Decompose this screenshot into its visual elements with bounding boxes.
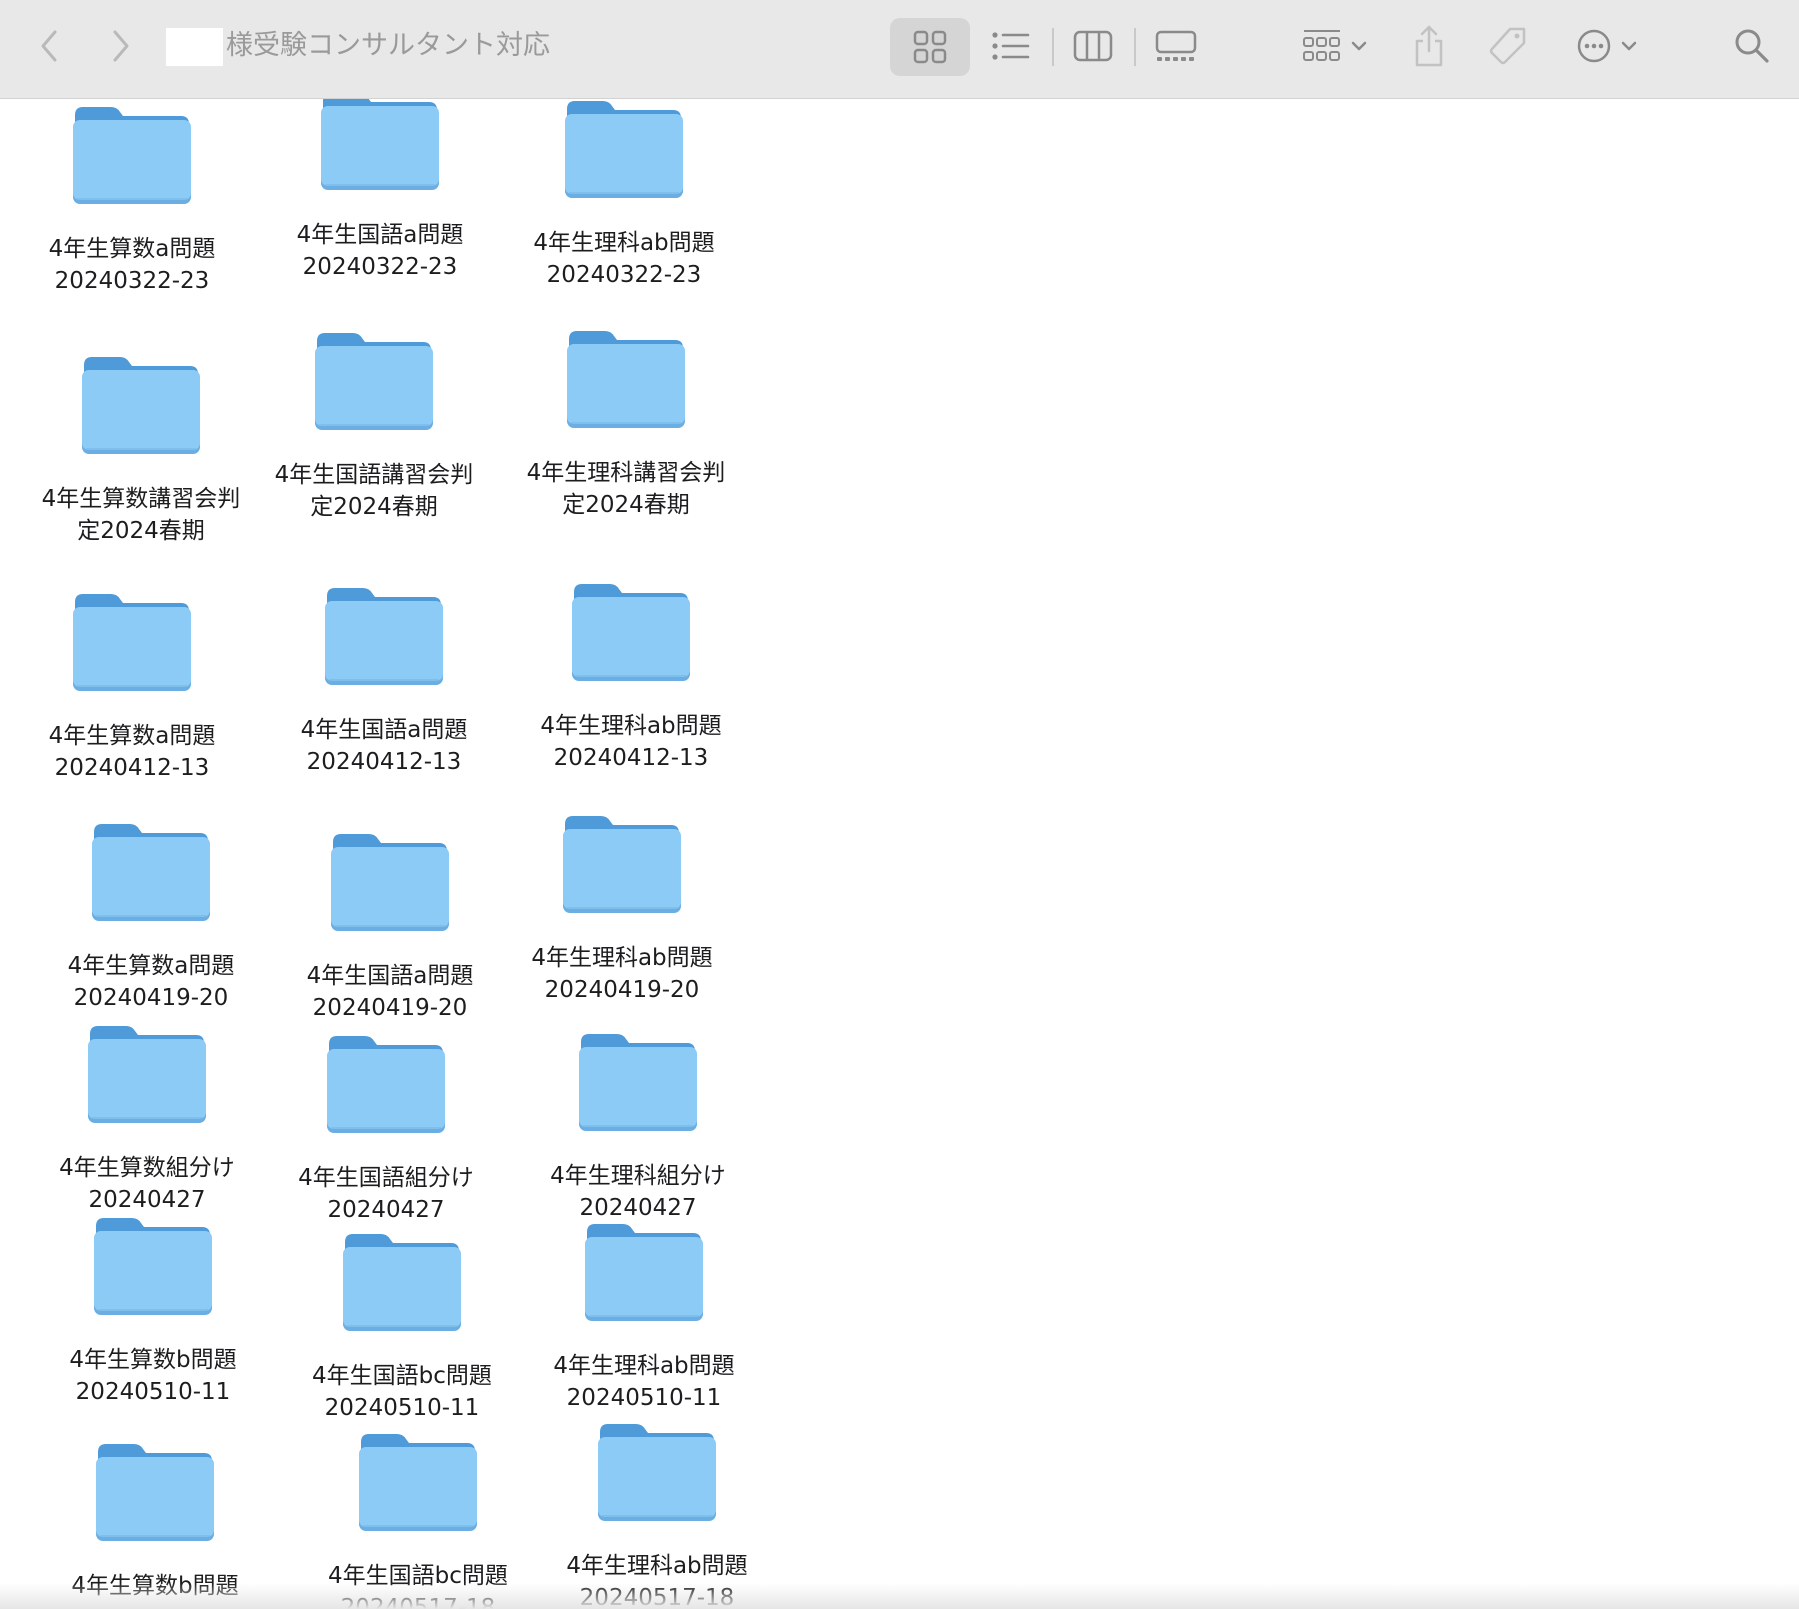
folder-icon [86,1022,208,1126]
window-title: 様受験コンサルタント対応 [226,30,550,61]
folder-label: 4年生国語bc問題 20240510-11 [312,1363,492,1421]
folder-label: 4年生国語a問題 20240322-23 [296,222,464,280]
more-options-button[interactable] [1570,20,1644,72]
folder-icon [319,99,441,193]
search-icon [1735,29,1769,63]
folder-label: 4年生算数a問題 20240322-23 [48,236,216,294]
folder-icon [563,99,685,201]
folder-label: 4年生理科ab問題 20240419-20 [531,945,713,1003]
chevron-down-icon [1351,41,1367,51]
folder-icon [90,820,212,924]
gallery-view-button[interactable] [1148,20,1204,72]
file-grid: 4年生算数a問題 20240322-23 4年生国語a問題 20240322-2… [0,99,1799,1609]
folder-icon-shape [585,1224,703,1321]
folder-label: 4年生算数b問題 20240510-11 [69,1347,237,1405]
gallery-view-icon [1155,30,1197,61]
chevron-left-icon [41,30,57,62]
folder-label: 4年生理科ab問題 20240510-11 [553,1353,735,1411]
folder-icon [71,103,193,207]
folder-icon-shape [73,107,191,204]
folder-icon [80,353,202,457]
folder-icon-shape [96,1444,214,1541]
folder-icon-shape [92,824,210,921]
folder-icon [561,812,683,916]
group-by-button[interactable] [1295,20,1375,72]
folder-label: 4年生理科組分け 20240427 [550,1163,726,1221]
tag-button[interactable] [1484,20,1532,72]
folder-label: 4年生理科ab問題 20240412-13 [540,713,722,771]
scroll-edge-shadow [0,1583,1799,1609]
folder-icon [323,584,445,688]
share-button[interactable] [1408,18,1450,74]
folder-icon-shape [598,1424,716,1521]
folder-icon-shape [567,331,685,428]
tag-icon [1489,27,1526,65]
search-button[interactable] [1730,20,1774,72]
folder-icon-shape [325,588,443,685]
chevron-down-icon [1621,41,1637,51]
folder-label: 4年生国語講習会判 定2024春期 [274,462,474,520]
folder-label: 4年生算数講習会判 定2024春期 [41,486,241,544]
chevron-right-icon [113,30,129,62]
folder-icon [94,1440,216,1544]
toolbar-separator [1134,28,1136,66]
folder-icon [341,1230,463,1334]
folder-label: 4年生算数a問題 20240412-13 [48,723,216,781]
toolbar-separator [1052,28,1054,66]
back-button[interactable] [30,22,70,70]
folder-label: 4年生国語a問題 20240412-13 [300,717,468,775]
list-view-icon [992,32,1030,60]
folder-icon-shape [579,1034,697,1131]
redacted-name [166,28,223,66]
folder-icon-shape [94,1218,212,1315]
folder-icon [325,1032,447,1136]
folder-icon-shape [359,1434,477,1531]
folder-icon-shape [565,101,683,198]
folder-icon-shape [82,357,200,454]
icon-view-button[interactable] [890,18,970,76]
folder-icon-shape [343,1234,461,1331]
folder-icon-shape [563,816,681,913]
folder-icon-shape [572,584,690,681]
group-by-icon [1303,30,1340,61]
forward-button[interactable] [100,22,140,70]
folder-label: 4年生理科ab問題 20240322-23 [533,230,715,288]
folder-icon-shape [321,99,439,190]
folder-icon-shape [327,1036,445,1133]
list-view-button[interactable] [985,20,1037,72]
folder-icon-shape [331,834,449,931]
folder-icon [71,590,193,694]
folder-icon [313,329,435,433]
folder-icon [583,1220,705,1324]
share-icon [1415,25,1443,67]
folder-icon [565,327,687,431]
folder-icon-shape [88,1026,206,1123]
folder-label: 4年生算数a問題 20240419-20 [67,953,235,1011]
folder-icon [92,1214,214,1318]
folder-icon [570,580,692,684]
column-view-button[interactable] [1067,20,1119,72]
folder-icon-shape [73,594,191,691]
finder-toolbar: 様受験コンサルタント対応 [0,0,1799,99]
column-view-icon [1073,30,1113,62]
folder-icon [357,1430,479,1534]
folder-icon [577,1030,699,1134]
folder-icon-shape [315,333,433,430]
folder-label: 4年生国語a問題 20240419-20 [306,963,474,1021]
folder-label: 4年生算数組分け 20240427 [59,1155,235,1213]
folder-icon [596,1420,718,1524]
folder-icon [329,830,451,934]
more-options-icon [1577,29,1611,63]
icon-view-icon [913,30,947,64]
folder-label: 4年生理科講習会判 定2024春期 [526,460,726,518]
folder-label: 4年生国語組分け 20240427 [298,1165,474,1223]
